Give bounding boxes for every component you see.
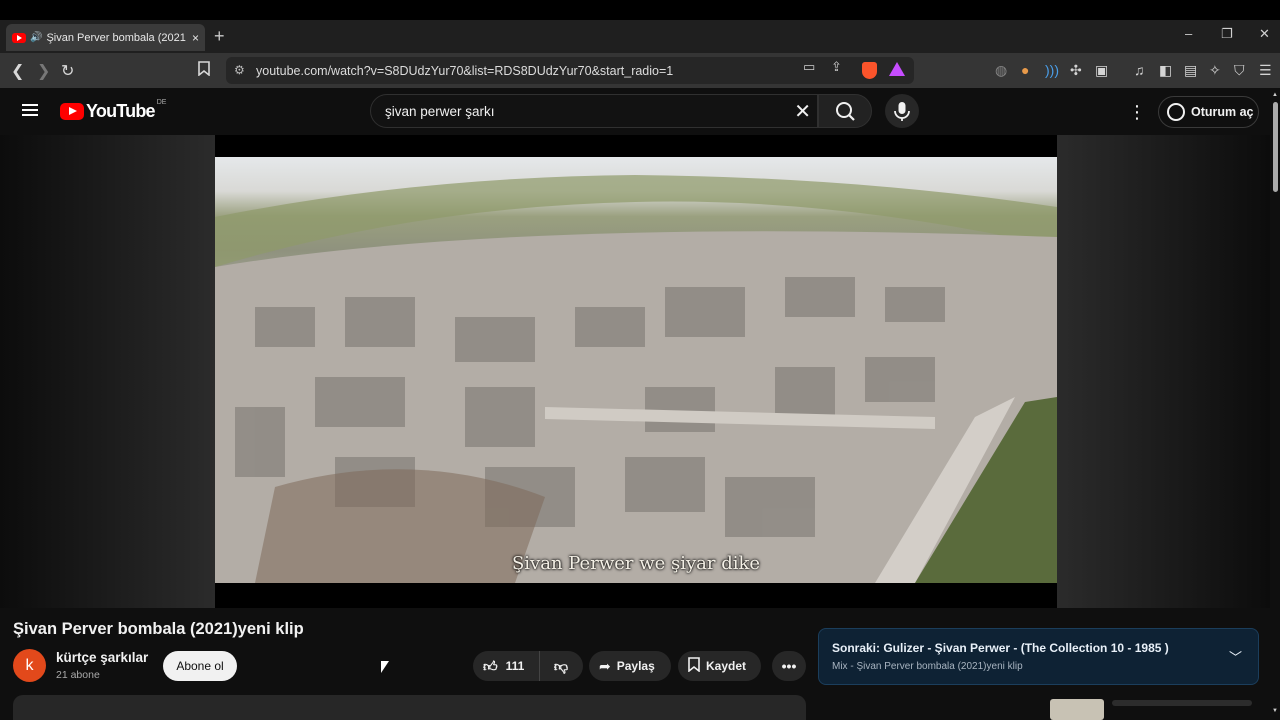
brave-shields-icon[interactable] [862,62,877,79]
thumbs-down-icon: 👎︎ [553,657,569,674]
browser-toolbar: ❮ ❯ ↻ ⚙ youtube.com/watch?v=S8DUdzYur70&… [0,53,1280,88]
search-button[interactable] [818,94,872,128]
sign-in-label: Oturum aç [1191,105,1254,119]
brave-rewards-icon[interactable] [889,62,905,76]
wallet-icon[interactable]: ▤ [1184,62,1197,79]
restore-icon[interactable]: ❐ [1221,26,1233,42]
youtube-favicon-icon [12,32,26,43]
settings-kebab-icon[interactable]: ⋮ [1128,102,1146,123]
like-dislike-group: 👍︎ 111 👎︎ [473,651,583,681]
reading-icon[interactable]: ▣ [1095,62,1108,79]
youtube-header: YouTube DE şivan perwer şarkı ✕ ⋮ Oturum… [0,88,1280,135]
up-next-title: Sonraki: Gulizer - Şivan Perwer - (The C… [832,641,1169,655]
search-icon [836,102,855,121]
video-frame-image: Şivan Perwer we şiyar dike [215,157,1057,583]
bookmark-icon[interactable] [198,61,210,81]
screen-top-border [0,0,1280,20]
menu-icon[interactable]: ☰ [1259,62,1272,79]
browser-tab-active[interactable]: 🔊 Şivan Perver bombala (2021)y × [6,24,205,51]
window-close-icon[interactable]: ✕ [1259,26,1270,42]
share-arrow-icon: ➦ [599,657,611,674]
url-text: youtube.com/watch?v=S8DUdzYur70&list=RDS… [256,63,674,78]
audio-extension-icon[interactable]: ))) [1045,62,1059,78]
more-actions-button[interactable]: ••• [772,651,806,681]
chevron-down-icon[interactable]: ﹀ [1229,647,1242,666]
extensions-puzzle-icon[interactable]: ✣ [1070,62,1082,79]
search-query-text: şivan perwer şarkı [385,103,495,119]
save-label: Kaydet [706,659,747,673]
sign-in-button[interactable]: Oturum aç [1158,96,1259,128]
up-next-playlist: Mix - Şivan Perver bombala (2021)yeni kl… [832,661,1023,672]
reload-icon[interactable]: ↻ [61,61,74,81]
tab-title: Şivan Perver bombala (2021)y [46,31,186,44]
account-icon [1167,103,1185,121]
like-button[interactable]: 👍︎ 111 [473,651,540,681]
search-input[interactable]: şivan perwer şarkı ✕ [370,94,818,128]
tab-close-icon[interactable]: × [192,31,199,45]
video-player-area: Şivan Perwer we şiyar dike [0,135,1270,608]
scroll-up-icon[interactable]: ▲ [1272,92,1278,98]
shield-icon[interactable]: ⛉ [1234,62,1245,79]
subscriber-count: 21 abone [56,669,100,681]
channel-name[interactable]: kürtçe şarkılar [56,650,148,665]
voice-search-button[interactable] [885,94,919,128]
playlist-item-thumbnail[interactable] [1050,699,1104,720]
site-info-icon[interactable]: ⚙ [234,63,245,77]
back-icon[interactable]: ❮ [11,61,24,81]
extension-icon[interactable]: ● [1021,62,1029,78]
minimize-icon[interactable]: – [1185,26,1192,41]
save-bookmark-icon [688,657,700,675]
country-code: DE [156,99,167,106]
scrollbar-thumb[interactable] [1273,102,1278,192]
leo-ai-icon[interactable]: ✧ [1209,62,1221,79]
thumbs-up-icon: 👍︎ [483,657,498,674]
ambient-left [0,135,215,608]
sidebar-icon[interactable]: ◧ [1159,62,1172,79]
new-tab-button[interactable]: + [214,26,225,47]
forward-icon[interactable]: ❯ [37,61,50,81]
guide-menu-icon[interactable] [22,104,38,116]
microphone-icon [894,102,910,121]
video-player[interactable]: Şivan Perwer we şiyar dike [215,135,1057,608]
share-label: Paylaş [616,659,655,673]
up-next-card[interactable]: Sonraki: Gulizer - Şivan Perwer - (The C… [818,628,1259,685]
subscribe-button[interactable]: Abone ol [163,651,237,681]
logo-wordmark: YouTube [86,101,156,121]
page-scrollbar[interactable]: ▲ ▼ [1270,88,1280,720]
cast-icon[interactable]: ▭ [803,59,815,75]
like-count: 111 [505,659,525,673]
dislike-button[interactable]: 👎︎ [540,658,582,675]
clear-search-icon[interactable]: ✕ [794,99,811,124]
mouse-cursor [381,661,389,673]
music-icon[interactable]: ♫ [1134,62,1145,78]
ambient-right [1057,135,1270,608]
video-subtitle: Şivan Perwer we şiyar dike [511,553,761,574]
save-button[interactable]: Kaydet [678,651,761,681]
speaker-icon[interactable]: 🔊 [30,32,42,43]
scroll-down-icon[interactable]: ▼ [1272,708,1278,714]
video-title: Şivan Perver bombala (2021)yeni klip [13,620,304,638]
browser-tab-strip: 🔊 Şivan Perver bombala (2021)y × + – ❐ ✕ [0,20,1280,53]
youtube-logo[interactable]: YouTube DE [60,99,167,122]
share-page-icon[interactable]: ⇪ [831,59,842,75]
more-horizontal-icon: ••• [781,658,797,674]
channel-avatar[interactable]: k [13,649,46,682]
playlist-item[interactable] [818,697,1259,720]
share-button[interactable]: ➦ Paylaş [589,651,671,681]
vpn-icon[interactable]: ◍ [995,62,1007,79]
youtube-play-icon [60,103,84,120]
description-box[interactable] [13,695,806,720]
playlist-item-title [1112,700,1252,706]
